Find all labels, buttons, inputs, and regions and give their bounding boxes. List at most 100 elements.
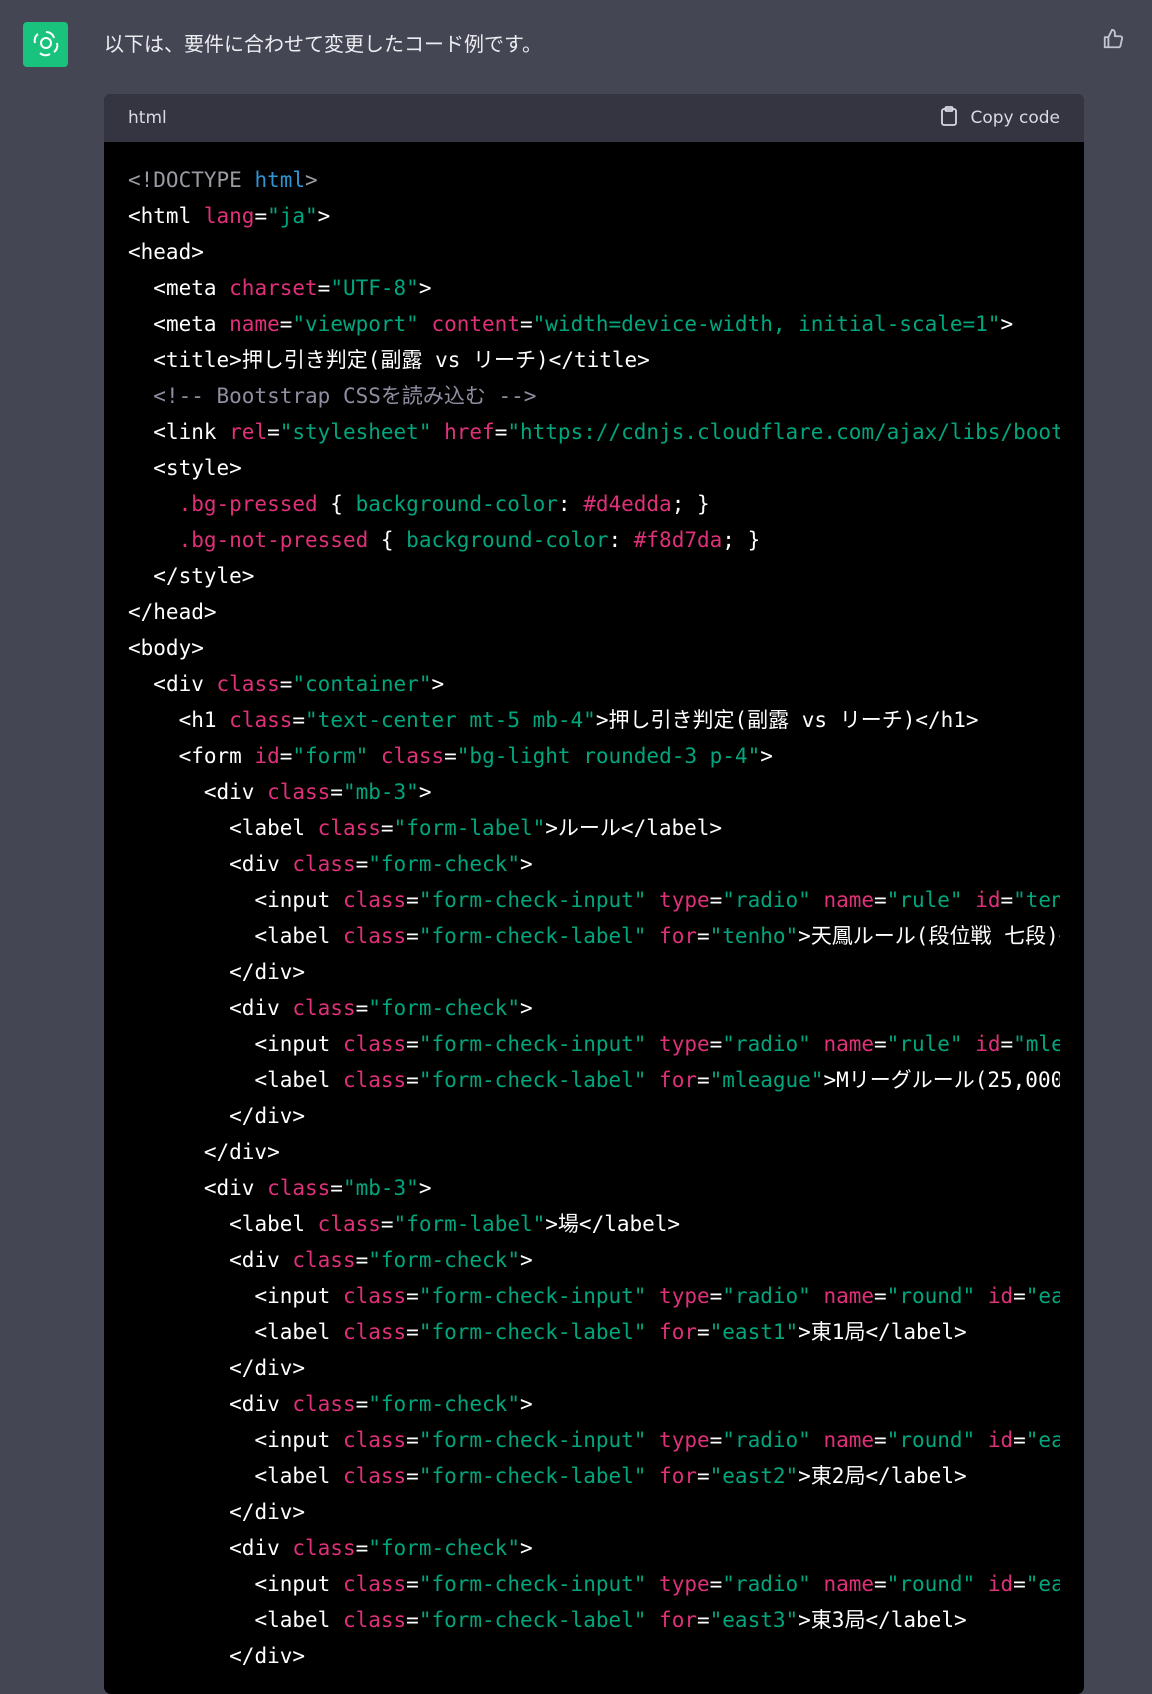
code-token: > xyxy=(305,168,318,192)
code-line: <title>押し引き判定(副露 vs リーチ)</title> xyxy=(128,342,1060,378)
code-token: = xyxy=(267,420,280,444)
code-token: rel xyxy=(229,420,268,444)
code-line: <label class="form-check-label" for="mle… xyxy=(128,1062,1060,1098)
code-token: id xyxy=(987,1284,1014,1308)
thumbs-up-icon[interactable] xyxy=(1100,26,1126,52)
code-token: class xyxy=(342,1464,407,1488)
code-token: = xyxy=(380,1212,394,1236)
clipboard-icon xyxy=(940,105,958,131)
code-line: <div class="mb-3"> xyxy=(128,1170,1060,1206)
code-token: "form-check" xyxy=(368,852,520,876)
code-token: </l xyxy=(1059,924,1060,948)
code-token: "bg-light rounded-3 p-4" xyxy=(456,744,761,768)
code-token: "form-check" xyxy=(368,1248,520,1272)
code-token: Mリーグルール(25,000点持 xyxy=(836,1068,1060,1092)
code-token: .bg-not-pressed xyxy=(178,528,369,552)
copy-code-button[interactable]: Copy code xyxy=(940,105,1060,131)
code-token: <input xyxy=(254,1032,343,1056)
code-token: </label> xyxy=(865,1320,967,1344)
code-token: = xyxy=(696,1608,710,1632)
code-token: <h1 xyxy=(178,708,230,732)
code-token: <style> xyxy=(153,456,242,480)
code-token: = xyxy=(355,1536,369,1560)
code-token: = xyxy=(1013,1284,1026,1308)
code-content[interactable]: <!DOCTYPE html> <html lang="ja"> <head> <m… xyxy=(104,142,1084,1674)
code-token: .bg-pressed xyxy=(178,492,318,516)
code-token: > xyxy=(798,1464,811,1488)
code-line: <input class="form-check-input" type="ra… xyxy=(128,1422,1060,1458)
code-token: "form-check-input" xyxy=(418,1032,660,1056)
code-token: "width=device-width, initial-scale=1" xyxy=(532,312,1001,336)
code-token: 押し引き判定(副露 vs リーチ) xyxy=(608,708,916,732)
code-token: ルール xyxy=(557,816,621,840)
code-token: for xyxy=(659,1464,697,1488)
code-token: "round" xyxy=(886,1284,988,1308)
code-token: = xyxy=(406,1608,419,1632)
code-token: = xyxy=(355,1392,369,1416)
code-token: "container" xyxy=(292,672,432,696)
code-token: = xyxy=(406,1464,419,1488)
code-token: <meta xyxy=(153,276,230,300)
code-token: "form-check-label" xyxy=(418,1068,660,1092)
code-token: = xyxy=(406,888,419,912)
code-token: class xyxy=(342,1068,407,1092)
code-token: { xyxy=(368,528,407,552)
code-token: "form-check-label" xyxy=(418,1464,660,1488)
code-token: "form-check-input" xyxy=(418,1428,660,1452)
code-line: <label class="form-check-label" for="eas… xyxy=(128,1314,1060,1350)
code-token: "form-check-label" xyxy=(418,924,660,948)
code-token: content xyxy=(431,312,520,336)
code-line: </div> xyxy=(128,1350,1060,1386)
code-token: = xyxy=(406,1284,419,1308)
code-token: class xyxy=(292,1392,356,1416)
code-block-header: html Copy code xyxy=(104,94,1084,142)
code-token: "east xyxy=(1025,1428,1060,1452)
code-token: <link xyxy=(153,420,230,444)
code-token: for xyxy=(659,1068,697,1092)
code-token: = xyxy=(874,1284,887,1308)
code-line: <label class="form-check-label" for="eas… xyxy=(128,1458,1060,1494)
code-token: = xyxy=(279,672,293,696)
code-token: <input xyxy=(254,888,343,912)
code-token: 場 xyxy=(557,1212,579,1236)
code-token: > xyxy=(519,1248,533,1272)
code-token: href xyxy=(444,420,495,444)
code-token: = xyxy=(696,924,710,948)
code-line: <input class="form-check-input" type="ra… xyxy=(128,1278,1060,1314)
code-token: name xyxy=(823,888,875,912)
code-token: = xyxy=(406,1320,419,1344)
code-token: class xyxy=(292,1248,356,1272)
code-token: <div xyxy=(153,672,217,696)
code-token: = xyxy=(406,1032,419,1056)
code-token: = xyxy=(709,1572,723,1596)
code-line: .bg-pressed { background-color: #d4edda;… xyxy=(128,486,1060,522)
code-token: class xyxy=(267,1176,331,1200)
code-token: "form-check" xyxy=(368,1536,520,1560)
code-token: "tenho xyxy=(1013,888,1060,912)
code-token: "UTF-8" xyxy=(330,276,419,300)
code-token: "east3" xyxy=(709,1608,799,1632)
code-token: <input xyxy=(254,1284,343,1308)
code-token: = xyxy=(406,1068,419,1092)
code-line: <!-- Bootstrap CSSを読み込む --> xyxy=(128,378,1060,414)
code-token: <div xyxy=(229,852,293,876)
code-token: > xyxy=(418,780,432,804)
message-actions xyxy=(1100,26,1126,52)
code-token: <input xyxy=(254,1572,343,1596)
assistant-avatar xyxy=(23,22,68,67)
